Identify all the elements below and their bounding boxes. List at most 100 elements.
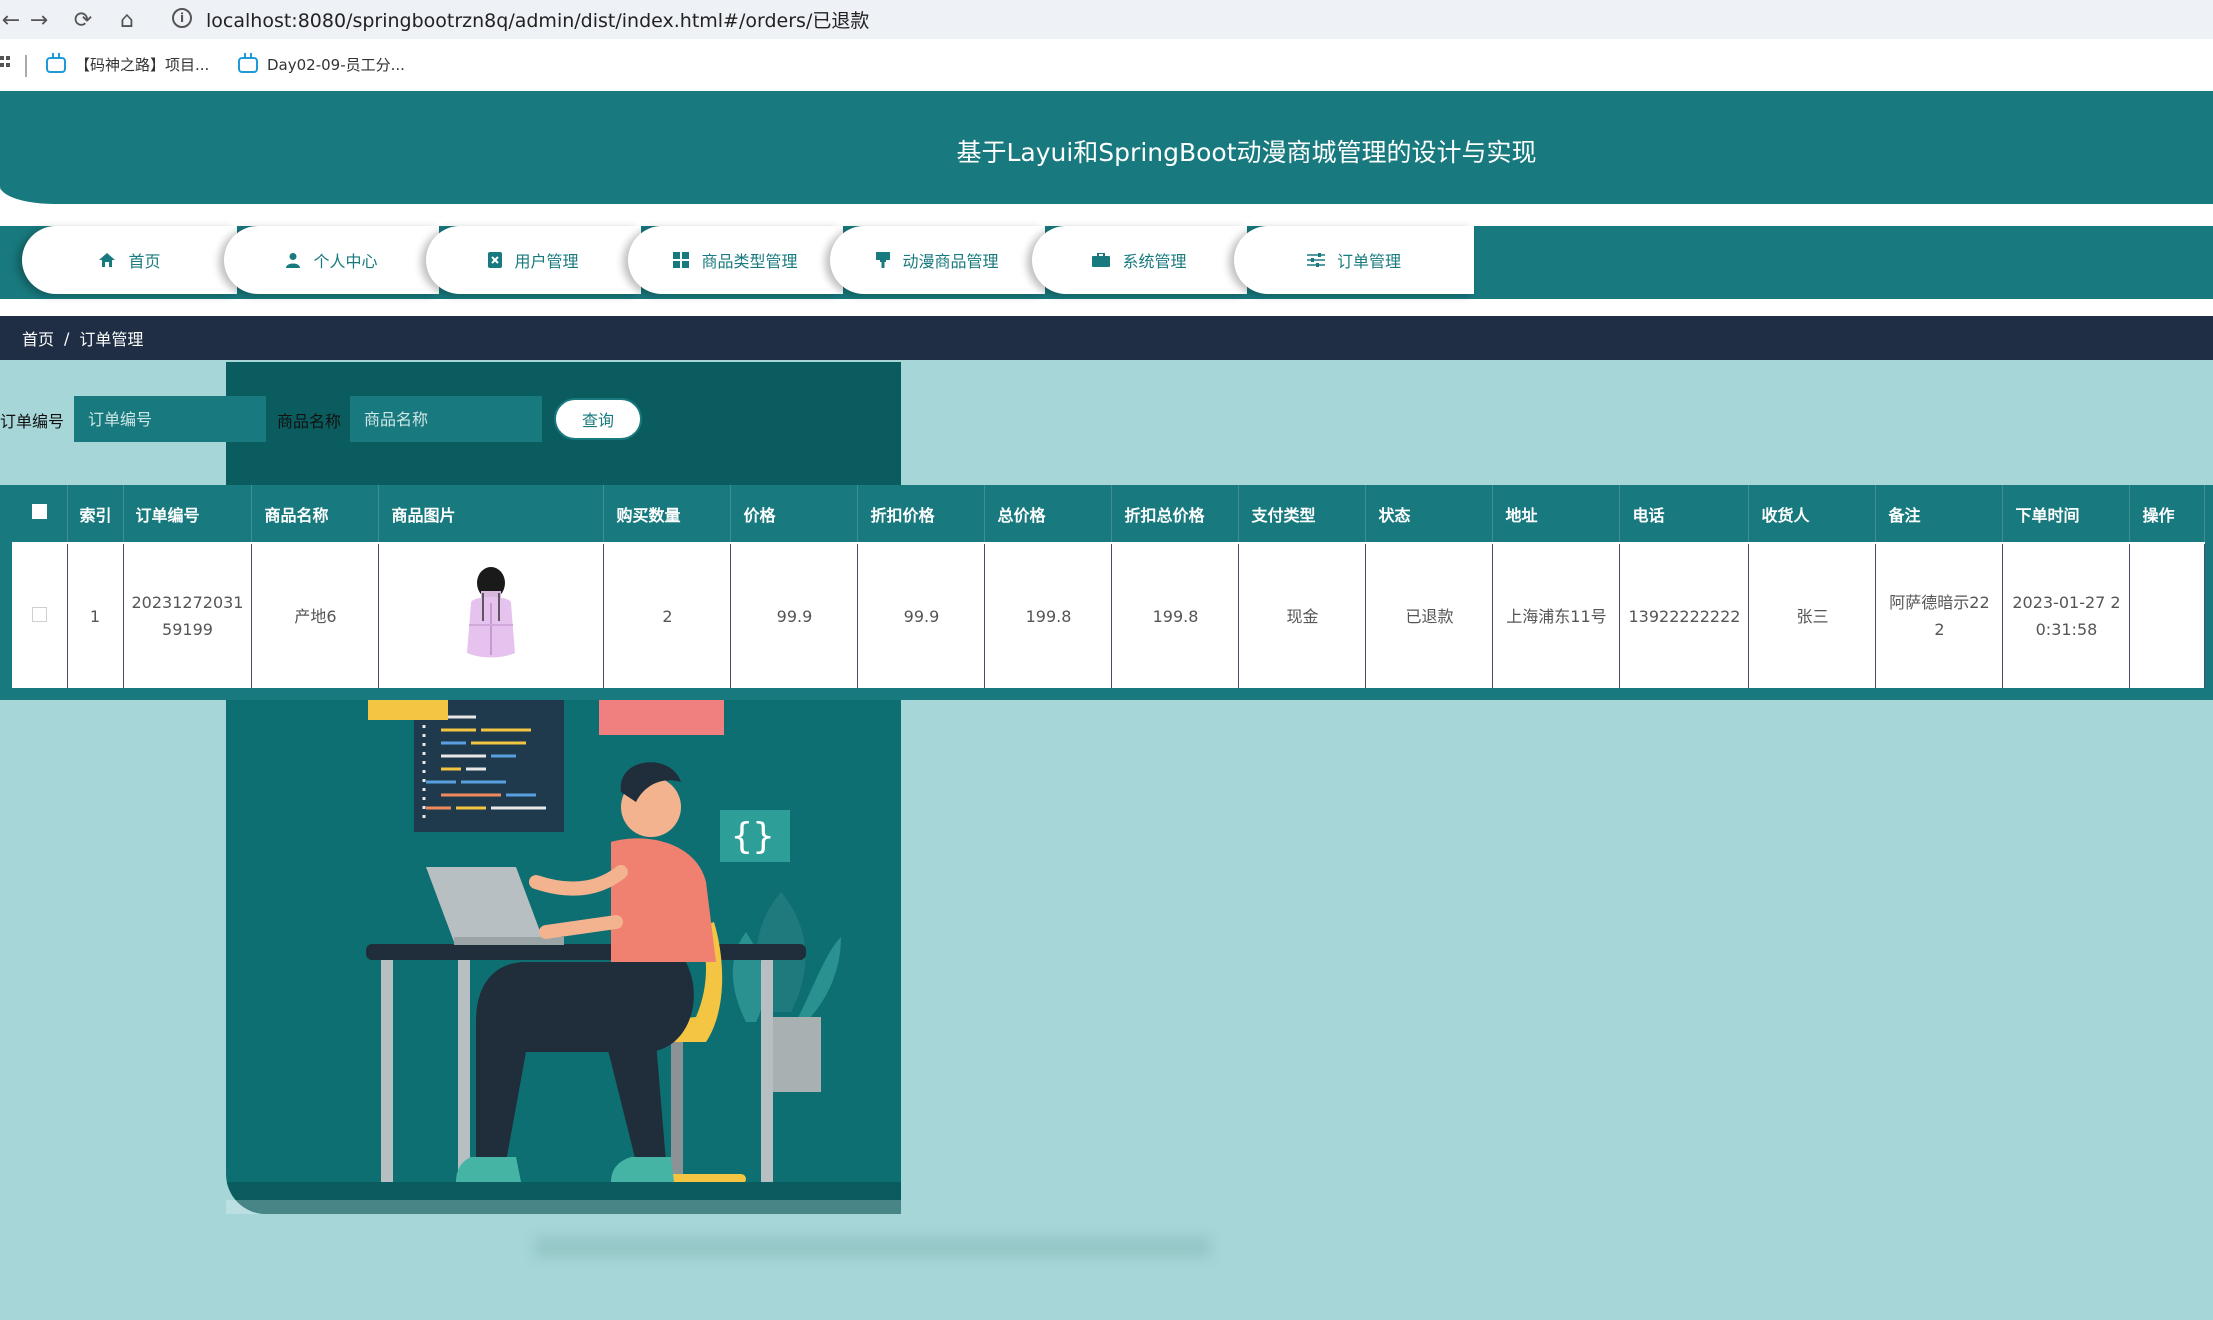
brush-icon [876, 252, 891, 268]
remark-line-2: 2 [1934, 620, 1945, 639]
menu-label: 订单管理 [1336, 252, 1401, 271]
column-header: 总价格 [984, 485, 1113, 544]
cell-discount-price: 99.9 [857, 543, 986, 688]
cell-product-image [378, 543, 605, 688]
bilibili-icon [238, 52, 258, 73]
order-no-line-2: 59199 [162, 620, 213, 639]
product-name-input[interactable] [350, 396, 542, 442]
menu-item-anime-products[interactable]: 动漫商品管理 [830, 226, 1045, 294]
column-header: 索引 [67, 485, 124, 544]
column-header: 商品名称 [251, 485, 380, 544]
cell-order-time: 2023-01-27 2 0:31:58 [2002, 543, 2131, 688]
home-nav-icon[interactable]: ⌂ [112, 5, 142, 35]
cell-index: 1 [67, 543, 124, 688]
breadcrumb: 首页 / 订单管理 [0, 316, 2213, 360]
menu-label: 用户管理 [514, 252, 579, 271]
cell-total-price: 199.8 [984, 543, 1113, 688]
app-header: 基于Layui和SpringBoot动漫商城管理的设计与实现 [0, 91, 2213, 204]
column-header: 商品图片 [378, 485, 605, 544]
forward-arrow-icon[interactable]: → [24, 5, 54, 35]
menu-label: 动漫商品管理 [902, 252, 999, 271]
column-header: 折扣总价格 [1111, 485, 1240, 544]
remark-line-1: 阿萨德暗示22 [1889, 593, 1990, 612]
table-row: 1 20231272031 59199 产地6 2 99.9 99.9 199.… [12, 543, 2206, 688]
cell-status: 已退款 [1365, 543, 1494, 688]
menu-item-user-management[interactable]: 用户管理 [426, 226, 641, 294]
table-header-row: 索引 订单编号 商品名称 商品图片 购买数量 价格 折扣价格 总价格 折扣总价格… [12, 485, 2206, 544]
time-line-1: 2023-01-27 2 [2012, 593, 2121, 612]
product-name-label: 商品名称 [277, 412, 342, 431]
select-all-checkbox[interactable] [31, 504, 47, 519]
home-icon [99, 253, 116, 267]
menu-item-product-type[interactable]: 商品类型管理 [628, 226, 843, 294]
briefcase-icon [1092, 253, 1111, 267]
panel-shadow [535, 1236, 1210, 1258]
cell-price: 99.9 [730, 543, 859, 688]
grid-icon [673, 252, 690, 268]
column-header: 购买数量 [603, 485, 732, 544]
orders-table: 索引 订单编号 商品名称 商品图片 购买数量 价格 折扣价格 总价格 折扣总价格… [12, 485, 2206, 688]
page-title: 基于Layui和SpringBoot动漫商城管理的设计与实现 [956, 138, 1537, 167]
menu-item-profile[interactable]: 个人中心 [224, 226, 439, 294]
column-header: 订单编号 [123, 485, 253, 544]
cell-address: 上海浦东11号 [1492, 543, 1621, 688]
column-header: 价格 [730, 485, 859, 544]
column-header: 备注 [1875, 485, 2004, 544]
cell-discount-total: 199.8 [1111, 543, 1240, 688]
menu-item-orders[interactable]: 订单管理 [1234, 226, 1474, 294]
user-icon [286, 253, 301, 268]
reload-icon[interactable]: ⟳ [68, 5, 98, 35]
time-line-2: 0:31:58 [2035, 620, 2098, 639]
column-header: 电话 [1619, 485, 1750, 544]
cell-actions [2129, 543, 2206, 688]
panel-bottom-band [226, 1200, 901, 1214]
column-header: 支付类型 [1238, 485, 1367, 544]
back-arrow-icon[interactable]: ← [0, 5, 26, 35]
url-text[interactable]: localhost:8080/springbootrzn8q/admin/dis… [206, 6, 869, 33]
site-info-icon[interactable]: i [172, 8, 192, 28]
cell-quantity: 2 [603, 543, 732, 688]
column-header: 收货人 [1748, 485, 1877, 544]
bookmark-label: Day02-09-员工分... [267, 56, 405, 74]
menu-gap [0, 299, 2213, 316]
bookmarks-bar: 【码神之路】项目... Day02-09-员工分... [0, 39, 2213, 91]
menu-item-home[interactable]: 首页 [22, 226, 237, 294]
svg-text:{}: {} [731, 816, 774, 857]
row-select-cell[interactable] [12, 543, 68, 688]
row-checkbox[interactable] [31, 606, 47, 622]
bookmark-separator [25, 55, 27, 77]
breadcrumb-home[interactable]: 首页 [22, 326, 54, 350]
menu-label: 首页 [128, 252, 161, 271]
cell-order-no: 20231272031 59199 [123, 543, 253, 688]
apps-grid-icon[interactable] [0, 55, 10, 71]
column-header: 操作 [2129, 485, 2206, 544]
bookmark-item-2[interactable]: Day02-09-员工分... [238, 52, 405, 75]
product-image[interactable] [461, 565, 521, 660]
column-header: 折扣价格 [857, 485, 986, 544]
breadcrumb-separator: / [64, 328, 70, 348]
cell-phone: 13922222222 [1619, 543, 1750, 688]
menu-label: 商品类型管理 [701, 252, 798, 271]
column-header: 状态 [1365, 485, 1494, 544]
cell-remark: 阿萨德暗示22 2 [1875, 543, 2004, 688]
cell-receiver: 张三 [1748, 543, 1877, 688]
bookmark-item-1[interactable]: 【码神之路】项目... [46, 52, 210, 75]
cell-pay-type: 现金 [1238, 543, 1367, 688]
column-header: 下单时间 [2002, 485, 2131, 544]
browser-address-bar: ← → ⟳ ⌂ i localhost:8080/springbootrzn8q… [0, 0, 2213, 39]
user-card-icon [488, 252, 503, 268]
bilibili-icon [46, 52, 66, 73]
menu-label: 系统管理 [1122, 252, 1187, 271]
order-no-label: 订单编号 [0, 412, 65, 431]
cell-product-name: 产地6 [251, 543, 380, 688]
orders-table-container: 索引 订单编号 商品名称 商品图片 购买数量 价格 折扣价格 总价格 折扣总价格… [0, 485, 2213, 700]
menu-item-system[interactable]: 系统管理 [1032, 226, 1247, 294]
order-no-input[interactable] [74, 396, 266, 442]
order-no-line-1: 20231272031 [131, 593, 244, 612]
bookmark-label: 【码神之路】项目... [75, 56, 210, 74]
menu-label: 个人中心 [313, 252, 378, 271]
select-all-cell[interactable] [12, 485, 68, 544]
sliders-icon [1306, 253, 1325, 267]
search-button[interactable]: 查询 [554, 398, 642, 440]
column-header: 地址 [1492, 485, 1621, 544]
